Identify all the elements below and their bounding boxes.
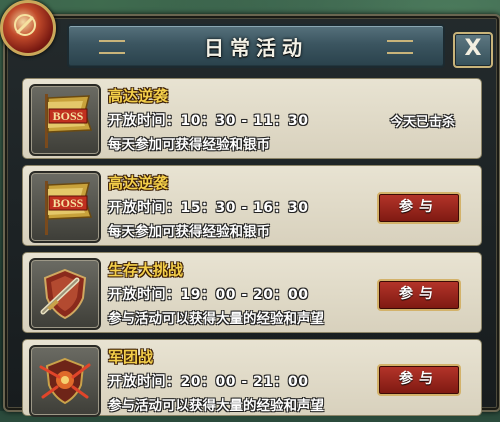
killed-status: 今天已击杀 bbox=[389, 115, 455, 130]
join-button[interactable]: 参与 bbox=[377, 192, 461, 224]
activity-time: 开放时间：15：30 - 16：30 bbox=[108, 200, 309, 216]
boss-flag-icon: BOSS bbox=[29, 171, 101, 243]
activity-row: BOSS 高达逆袭 开放时间：15：30 - 16：30 每天参加可获得经验和银… bbox=[22, 165, 482, 246]
battle-shield-icon bbox=[29, 345, 101, 417]
boss-label: BOSS bbox=[53, 109, 84, 123]
activity-row: 生存大挑战 开放时间：19：00 - 20：00 参与活动可以获得大量的经验和声… bbox=[22, 252, 482, 333]
activity-description: 每天参加可获得经验和银币 bbox=[108, 224, 270, 240]
sword-shield-icon bbox=[29, 258, 101, 330]
activity-name: 高达逆袭 bbox=[108, 87, 169, 105]
boss-flag-icon: BOSS bbox=[29, 84, 101, 156]
activity-description: 每天参加可获得经验和银币 bbox=[108, 137, 270, 153]
window-title: 日常活动 bbox=[204, 35, 308, 60]
activity-row: BOSS 高达逆袭 开放时间：10：30 - 11：30 每天参加可获得经验和银… bbox=[22, 78, 482, 159]
activity-name: 生存大挑战 bbox=[108, 261, 184, 279]
activity-name: 军团战 bbox=[108, 348, 154, 366]
activity-time: 开放时间：20：00 - 21：00 bbox=[108, 374, 309, 390]
activity-description: 参与活动可以获得大量的经验和声望 bbox=[108, 398, 324, 414]
game-emblem-icon bbox=[0, 0, 56, 56]
activity-name: 高达逆袭 bbox=[108, 174, 169, 192]
title-bar: 日常活动 bbox=[67, 24, 445, 68]
daily-activities-window: 日常活动 X BOSS 高达逆袭 开放时间：10：30 - 11：30 每天参加… bbox=[3, 14, 500, 417]
close-button[interactable]: X bbox=[453, 32, 493, 68]
activity-row: 军团战 开放时间：20：00 - 21：00 参与活动可以获得大量的经验和声望 … bbox=[22, 339, 482, 417]
activity-time: 开放时间：10：30 - 11：30 bbox=[108, 113, 309, 129]
activity-list: BOSS 高达逆袭 开放时间：10：30 - 11：30 每天参加可获得经验和银… bbox=[22, 78, 482, 422]
activity-time: 开放时间：19：00 - 20：00 bbox=[108, 287, 309, 303]
join-button[interactable]: 参与 bbox=[377, 364, 461, 396]
activity-description: 参与活动可以获得大量的经验和声望 bbox=[108, 311, 324, 327]
boss-label: BOSS bbox=[53, 196, 84, 210]
join-button[interactable]: 参与 bbox=[377, 279, 461, 311]
